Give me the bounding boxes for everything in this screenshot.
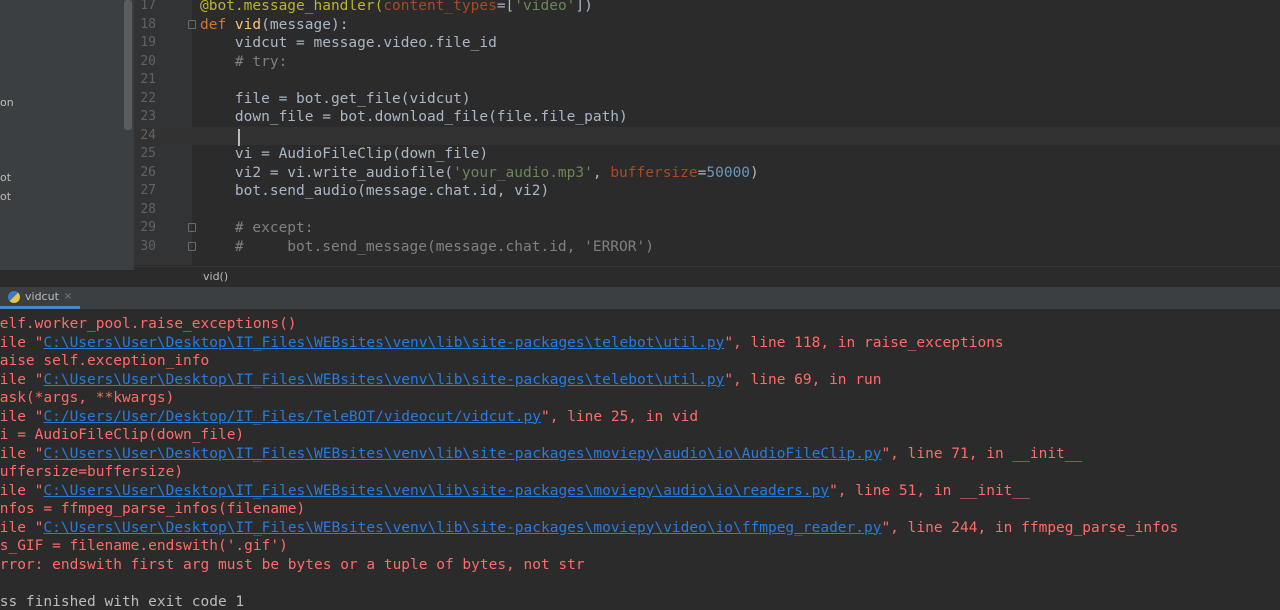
code-line[interactable]: 23 down_file = bot.download_file(file.fi…	[134, 108, 1280, 127]
code-editor[interactable]: 17 @bot.message_handler(content_types=['v…	[134, 0, 1280, 287]
line-number: 22	[140, 90, 156, 106]
fold-marker-icon[interactable]	[188, 223, 196, 232]
line-number: 26	[140, 164, 156, 180]
console-line: File "C:\Users\User\Desktop\IT_Files\WEB…	[0, 334, 1004, 351]
project-panel: on ot ot	[0, 0, 134, 270]
line-number: 21	[140, 72, 156, 87]
console-line: buffersize=buffersize)	[0, 464, 184, 480]
line-number: 19	[140, 35, 156, 50]
traceback-file-link[interactable]: C:/Users/User/Desktop/IT_Files/TeleBOT/v…	[43, 409, 541, 425]
console-line: File "C:\Users\User\Desktop\IT_Files\WEB…	[0, 445, 1083, 462]
line-number: 28	[140, 201, 156, 217]
console-line: task(*args, **kwargs)	[0, 390, 175, 406]
code-text: vi2 = vi.write_audiofile('your_audio.mp3…	[200, 164, 759, 181]
code-text: # try:	[200, 53, 288, 70]
project-tree-item[interactable]: ot	[0, 171, 11, 184]
code-line[interactable]: 25 vi = AudioFileClip(down_file)	[134, 145, 1280, 164]
console-line: vi = AudioFileClip(down_file)	[0, 427, 245, 443]
line-number: 25	[140, 146, 156, 161]
console-line: raise self.exception_info	[0, 353, 210, 369]
console-line: File "C:\Users\User\Desktop\IT_Files\WEB…	[0, 482, 1030, 499]
code-line[interactable]: 22 file = bot.get_file(vidcut)	[134, 90, 1280, 109]
project-tree-item[interactable]: ot	[0, 190, 11, 203]
code-text: bot.send_audio(message.chat.id, vi2)	[200, 183, 550, 199]
fold-marker-icon[interactable]	[188, 241, 196, 251]
code-text: file = bot.get_file(vidcut)	[200, 90, 471, 107]
line-number: 18	[140, 16, 156, 32]
code-line[interactable]: 18 def vid(message):	[134, 16, 1280, 35]
console-line: ess finished with exit code 1	[0, 593, 245, 610]
code-line[interactable]: 19 vidcut = message.video.file_id	[134, 34, 1280, 53]
traceback-file-link[interactable]: C:\Users\User\Desktop\IT_Files\WEBsites\…	[43, 335, 724, 351]
run-tab-bar: vidcut ×	[0, 287, 1280, 310]
python-icon	[8, 290, 20, 303]
traceback-file-link[interactable]: C:\Users\User\Desktop\IT_Files\WEBsites\…	[43, 446, 881, 462]
run-console[interactable]: Self.worker_pool.raise_exceptions() File …	[0, 309, 1280, 610]
console-line: Self.worker_pool.raise_exceptions()	[0, 316, 297, 332]
fold-marker-icon[interactable]	[188, 19, 196, 29]
line-number: 24	[140, 127, 156, 143]
code-text: # except:	[200, 220, 314, 236]
traceback-file-link[interactable]: C:\Users\User\Desktop\IT_Files\WEBsites\…	[43, 520, 881, 536]
code-text: vidcut = message.video.file_id	[200, 35, 497, 51]
code-text: def vid(message):	[200, 16, 349, 33]
code-line[interactable]: 29 # except:	[134, 219, 1280, 238]
close-icon[interactable]: ×	[64, 291, 72, 302]
console-line: infos = ffmpeg_parse_infos(filename)	[0, 501, 306, 517]
console-line: File "C:/Users/User/Desktop/IT_Files/Tel…	[0, 408, 699, 425]
line-number: 23	[140, 109, 156, 124]
code-line[interactable]: 17 @bot.message_handler(content_types=['v…	[134, 0, 1280, 16]
code-line[interactable]: 30 # bot.send_message(message.chat.id, '…	[134, 238, 1280, 257]
code-line[interactable]: 26 vi2 = vi.write_audiofile('your_audio.…	[134, 164, 1280, 183]
console-line: File "C:\Users\User\Desktop\IT_Files\WEB…	[0, 371, 882, 388]
code-line[interactable]: 28	[134, 201, 1280, 220]
code-text: @bot.message_handler(content_types=['vid…	[200, 0, 593, 14]
line-number: 30	[140, 238, 156, 254]
line-number: 29	[140, 220, 156, 235]
code-line[interactable]: 20 # try:	[134, 53, 1280, 72]
code-line[interactable]: 27 bot.send_audio(message.chat.id, vi2)	[134, 182, 1280, 201]
code-text: down_file = bot.download_file(file.file_…	[200, 109, 628, 125]
project-tree-item[interactable]: on	[0, 96, 14, 109]
line-number: 17	[140, 0, 156, 13]
text-caret	[238, 129, 240, 146]
traceback-file-link[interactable]: C:\Users\User\Desktop\IT_Files\WEBsites\…	[43, 483, 829, 499]
line-number: 20	[140, 53, 156, 69]
console-line: Error: endswith first arg must be bytes …	[0, 556, 585, 573]
code-text: # bot.send_message(message.chat.id, 'ERR…	[200, 238, 654, 255]
console-line: is_GIF = filename.endswith('.gif')	[0, 538, 288, 554]
line-number: 27	[140, 183, 156, 198]
project-scrollbar[interactable]	[124, 0, 132, 130]
code-line[interactable]: 24	[134, 126, 1280, 145]
code-text: vi = AudioFileClip(down_file)	[200, 146, 489, 162]
breadcrumb-bar: vid()	[134, 266, 1280, 288]
breadcrumb[interactable]: vid()	[203, 270, 228, 283]
traceback-file-link[interactable]: C:\Users\User\Desktop\IT_Files\WEBsites\…	[43, 372, 724, 388]
tab-vidcut[interactable]: vidcut ×	[0, 287, 81, 309]
code-line[interactable]: 21	[134, 71, 1280, 90]
tab-label: vidcut	[25, 290, 59, 303]
console-line: File "C:\Users\User\Desktop\IT_Files\WEB…	[0, 519, 1179, 536]
